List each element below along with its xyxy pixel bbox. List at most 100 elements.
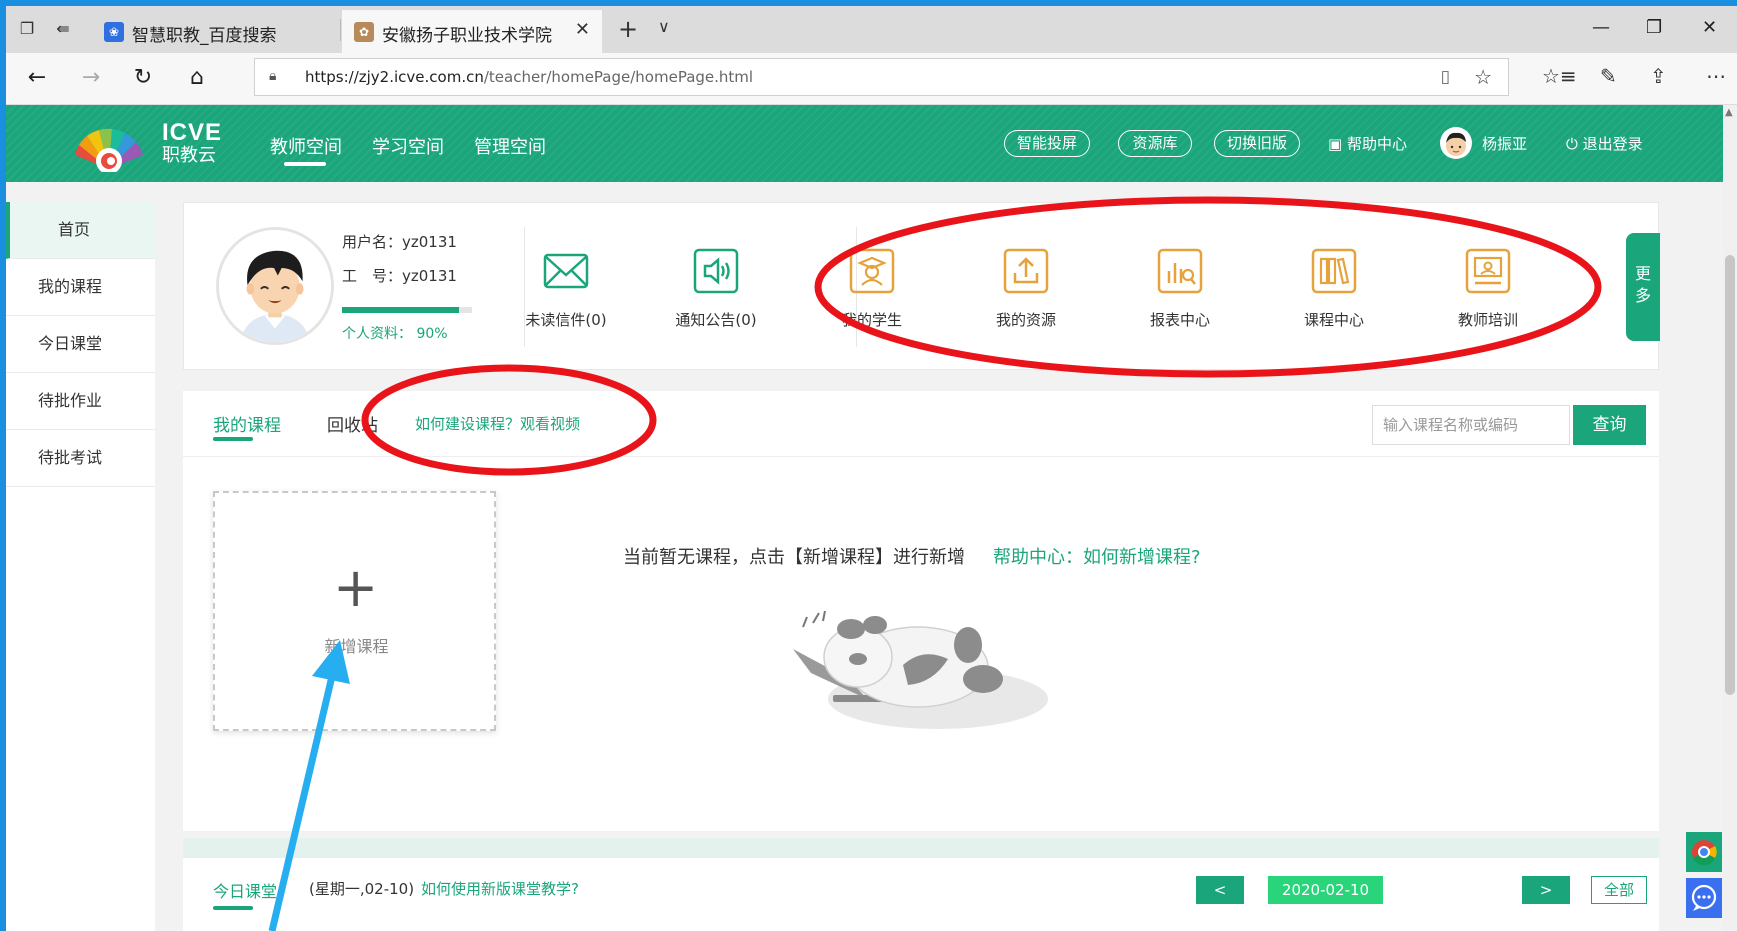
logo-text: ICVE 职教云 bbox=[162, 121, 222, 167]
quick-course-center[interactable]: 课程中心 bbox=[1274, 247, 1394, 330]
sleeping-panda-icon bbox=[793, 610, 1048, 729]
chat-bubble-icon bbox=[1691, 884, 1717, 911]
power-icon: ⏻ bbox=[1566, 135, 1583, 153]
quick-teacher-training[interactable]: 教师培训 bbox=[1428, 247, 1548, 330]
today-section-band bbox=[183, 838, 1659, 858]
url-path: /teacher/homePage/homePage.html bbox=[483, 68, 754, 86]
restore-icon[interactable]: ❐ bbox=[1646, 17, 1662, 38]
pen-icon[interactable]: ✎ bbox=[1600, 64, 1617, 88]
nav-manage-space[interactable]: 管理空间 bbox=[474, 133, 546, 159]
lock-icon: 🔒︎ bbox=[269, 68, 277, 84]
books-icon bbox=[1311, 248, 1357, 294]
favorite-star-icon[interactable]: ☆ bbox=[1474, 65, 1492, 89]
build-course-video-link[interactable]: 如何建设课程？观看视频 bbox=[415, 413, 580, 434]
refresh-icon[interactable]: ↻ bbox=[130, 65, 156, 91]
quick-unread-mail[interactable]: 未读信件(0) bbox=[506, 247, 626, 330]
page-scrollbar[interactable]: ▲ bbox=[1723, 105, 1737, 931]
user-avatar[interactable] bbox=[1440, 127, 1472, 159]
smart-cast-button[interactable]: 智能投屏 bbox=[1004, 130, 1090, 157]
today-weekday-date: (星期一,02-10) bbox=[309, 880, 415, 898]
nav-teacher-space[interactable]: 教师空间 bbox=[270, 133, 342, 159]
address-bar[interactable]: 🔒︎ https://zjy2.icve.com.cn/teacher/home… bbox=[254, 58, 1509, 96]
tab-preview-chevron-icon[interactable]: ∨ bbox=[658, 17, 670, 36]
favorites-list-icon[interactable]: ☆≡ bbox=[1542, 64, 1577, 88]
chrome-icon bbox=[1692, 840, 1717, 866]
quick-my-resources[interactable]: 我的资源 bbox=[966, 247, 1086, 330]
nav-study-space[interactable]: 学习空间 bbox=[372, 133, 444, 159]
nav-active-indicator bbox=[284, 162, 326, 166]
report-chart-icon bbox=[1157, 248, 1203, 294]
quick-report-center[interactable]: 报表中心 bbox=[1120, 247, 1240, 330]
add-course-label: 新增课程 bbox=[324, 637, 389, 656]
profile-worknum: 工 号：yz0131 bbox=[342, 267, 457, 285]
set-aside-tabs-icon[interactable]: ⇚ bbox=[52, 18, 74, 40]
sidebar-item-pending-exams[interactable]: 待批考试 bbox=[6, 430, 155, 487]
all-button[interactable]: 全部 bbox=[1591, 876, 1647, 904]
quick-label: 我的学生 bbox=[841, 311, 902, 329]
user-name[interactable]: 杨振亚 bbox=[1482, 133, 1527, 154]
browser-tab-yangzi[interactable]: ✿ 安徽扬子职业技术学院 ✕ bbox=[342, 10, 602, 53]
switch-old-version-button[interactable]: 切换旧版 bbox=[1214, 130, 1300, 157]
sidebar-item-today-class[interactable]: 今日课堂 bbox=[6, 316, 155, 373]
next-date-button[interactable]: > bbox=[1522, 876, 1570, 904]
student-icon bbox=[849, 248, 895, 294]
sidebar-item-my-courses[interactable]: 我的课程 bbox=[6, 259, 155, 316]
tab-separator bbox=[340, 19, 341, 41]
plus-icon: + bbox=[333, 556, 379, 619]
course-tab-indicator bbox=[213, 437, 253, 441]
quick-notices[interactable]: 通知公告(0) bbox=[656, 247, 776, 330]
logo-name: 职教云 bbox=[162, 145, 216, 166]
profile-completeness-fill bbox=[342, 307, 459, 313]
back-icon[interactable]: ← bbox=[24, 65, 50, 91]
close-tab-icon[interactable]: ✕ bbox=[575, 19, 590, 40]
quick-label: 未读信件(0) bbox=[525, 311, 607, 329]
logo-brand: ICVE bbox=[162, 119, 223, 146]
course-panel: 我的课程 回收站 如何建设课程？观看视频 输入课程名称或编码 查询 + 新增课程… bbox=[183, 391, 1659, 831]
tab-my-courses[interactable]: 我的课程 bbox=[213, 411, 281, 436]
add-course-card[interactable]: + 新增课程 bbox=[213, 491, 496, 731]
course-search-input[interactable]: 输入课程名称或编码 bbox=[1372, 405, 1570, 445]
search-button[interactable]: 查询 bbox=[1573, 405, 1646, 445]
training-board-icon bbox=[1465, 248, 1511, 294]
quick-label: 我的资源 bbox=[995, 311, 1056, 329]
logout-link[interactable]: ⏻ 退出登录 bbox=[1566, 133, 1643, 154]
forward-icon[interactable]: → bbox=[78, 65, 104, 91]
home-icon[interactable]: ⌂ bbox=[184, 65, 210, 91]
prev-date-button[interactable]: < bbox=[1196, 876, 1244, 904]
profile-avatar[interactable] bbox=[216, 227, 334, 345]
scroll-up-icon[interactable]: ▲ bbox=[1725, 107, 1733, 118]
browser-tab-bar: ❐ ⇚ ❀ 智慧职教_百度搜索 ✿ 安徽扬子职业技术学院 ✕ + ∨ — ❐ ✕ bbox=[6, 6, 1737, 53]
add-course-help-link[interactable]: 帮助中心：如何新增课程? bbox=[993, 543, 1201, 569]
icve-logo-icon[interactable] bbox=[72, 117, 146, 172]
today-class-panel: 今日课堂 (星期一,02-10) 如何使用新版课堂教学? < 2020-02-1… bbox=[183, 858, 1659, 931]
more-icon[interactable]: ⋯ bbox=[1706, 64, 1726, 88]
scroll-thumb[interactable] bbox=[1725, 255, 1735, 695]
upload-icon bbox=[1003, 248, 1049, 294]
tab-title: 智慧职教_百度搜索 bbox=[132, 26, 277, 46]
close-window-icon[interactable]: ✕ bbox=[1702, 17, 1717, 38]
quick-my-students[interactable]: 我的学生 bbox=[812, 247, 932, 330]
today-class-tab[interactable]: 今日课堂 bbox=[213, 878, 277, 902]
current-date[interactable]: 2020-02-10 bbox=[1268, 876, 1383, 904]
tab-actions-icon[interactable]: ❐ bbox=[16, 18, 38, 40]
floating-chrome-widget[interactable] bbox=[1686, 832, 1722, 872]
more-button[interactable]: 更多 bbox=[1626, 233, 1660, 341]
profile-completeness-text: 个人资料： 90% bbox=[342, 326, 448, 342]
floating-chat-widget[interactable] bbox=[1686, 878, 1722, 918]
browser-tab-baidu[interactable]: ❀ 智慧职教_百度搜索 bbox=[92, 10, 338, 53]
logout-label: 退出登录 bbox=[1582, 135, 1643, 153]
classroom-help-link[interactable]: 如何使用新版课堂教学? bbox=[421, 878, 579, 899]
tab-recycle-bin[interactable]: 回收站 bbox=[327, 411, 378, 436]
resource-library-button[interactable]: 资源库 bbox=[1118, 130, 1192, 157]
sidebar-item-home[interactable]: 首页 bbox=[6, 202, 155, 259]
app-header: ICVE 职教云 教师空间 学习空间 管理空间 智能投屏 资源库 切换旧版 ▣ … bbox=[6, 105, 1723, 182]
sidebar-item-pending-homework[interactable]: 待批作业 bbox=[6, 373, 155, 430]
left-sidebar: 首页 我的课程 今日课堂 待批作业 待批考试 bbox=[6, 202, 155, 931]
minimize-icon[interactable]: — bbox=[1592, 17, 1610, 38]
share-icon[interactable]: ⇪ bbox=[1650, 64, 1667, 88]
profile-completeness-bar bbox=[342, 307, 472, 313]
new-tab-icon[interactable]: + bbox=[618, 15, 638, 43]
help-book-icon: ▣ bbox=[1328, 135, 1347, 153]
reading-view-icon[interactable]: ▯ bbox=[1441, 67, 1450, 87]
help-center-link[interactable]: ▣ 帮助中心 bbox=[1328, 133, 1407, 154]
